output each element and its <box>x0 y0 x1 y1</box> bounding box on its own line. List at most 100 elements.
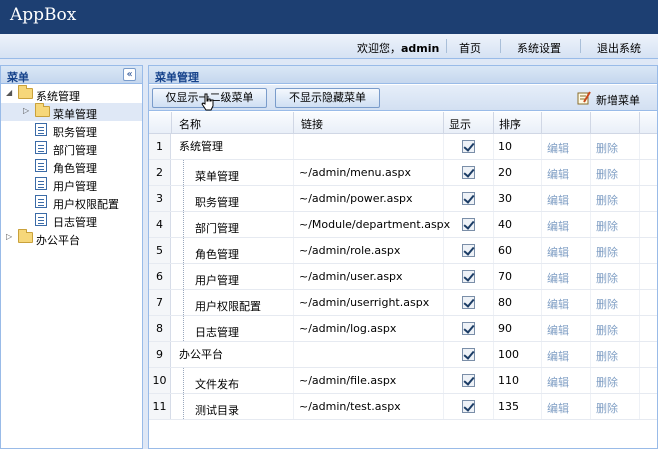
tree-node-log[interactable]: 日志管理 <box>1 211 142 229</box>
logout-link[interactable]: 退出系统 <box>597 40 641 56</box>
edit-link[interactable]: 编辑 <box>547 374 569 390</box>
folder-icon <box>18 229 33 243</box>
show-checkbox[interactable] <box>462 192 475 205</box>
tree-label: 角色管理 <box>53 162 97 175</box>
show-checkbox[interactable] <box>462 166 475 179</box>
delete-link[interactable]: 删除 <box>596 192 618 208</box>
show-checkbox[interactable] <box>462 270 475 283</box>
table-row[interactable]: 11 测试目录 ~/admin/test.aspx 135 编辑 删除 <box>149 394 657 420</box>
delete-link[interactable]: 删除 <box>596 322 618 338</box>
column-divider <box>443 112 444 134</box>
table-row[interactable]: 1 系统管理 10 编辑 删除 <box>149 134 657 160</box>
column-divider <box>590 394 591 419</box>
collapsed-arrow-icon[interactable]: ▷ <box>23 106 29 115</box>
divider <box>446 39 447 53</box>
show-checkbox[interactable] <box>462 374 475 387</box>
tree-indent-line <box>183 290 184 315</box>
hide-hidden-button[interactable]: 不显示隐藏菜单 <box>275 88 380 108</box>
delete-link[interactable]: 删除 <box>596 270 618 286</box>
column-divider <box>293 290 294 315</box>
delete-link[interactable]: 删除 <box>596 348 618 364</box>
table-row[interactable]: 9 办公平台 100 编辑 删除 <box>149 342 657 368</box>
column-header-order[interactable]: 排序 <box>499 116 521 132</box>
edit-link[interactable]: 编辑 <box>547 140 569 156</box>
tree-node-system[interactable]: ◢ 系统管理 <box>1 85 142 103</box>
edit-link[interactable]: 编辑 <box>547 296 569 312</box>
column-divider <box>443 290 444 315</box>
tree-label: 办公平台 <box>36 234 80 247</box>
edit-link[interactable]: 编辑 <box>547 244 569 260</box>
tree-node-department[interactable]: 部门管理 <box>1 139 142 157</box>
table-row[interactable]: 3 职务管理 ~/admin/power.aspx 30 编辑 删除 <box>149 186 657 212</box>
delete-link[interactable]: 删除 <box>596 140 618 156</box>
order-cell: 90 <box>498 322 512 335</box>
show-checkbox[interactable] <box>462 400 475 413</box>
edit-link[interactable]: 编辑 <box>547 192 569 208</box>
menu-panel-title: 菜单 <box>7 71 29 84</box>
table-row[interactable]: 6 用户管理 ~/admin/user.aspx 70 编辑 删除 <box>149 264 657 290</box>
edit-link[interactable]: 编辑 <box>547 218 569 234</box>
tree-label: 菜单管理 <box>53 108 97 121</box>
edit-link[interactable]: 编辑 <box>547 270 569 286</box>
add-menu-icon[interactable] <box>577 91 591 105</box>
delete-link[interactable]: 删除 <box>596 296 618 312</box>
add-menu-button[interactable]: 新增菜单 <box>596 92 640 108</box>
column-divider <box>443 238 444 263</box>
tree-node-userright[interactable]: 用户权限配置 <box>1 193 142 211</box>
column-header-link[interactable]: 链接 <box>301 116 323 132</box>
column-divider <box>639 290 640 315</box>
table-row[interactable]: 5 角色管理 ~/admin/role.aspx 60 编辑 删除 <box>149 238 657 264</box>
tree-node-menu[interactable]: ▷ 菜单管理 <box>1 103 142 121</box>
delete-link[interactable]: 删除 <box>596 374 618 390</box>
tree-node-user[interactable]: 用户管理 <box>1 175 142 193</box>
row-number: 4 <box>149 212 171 237</box>
show-checkbox[interactable] <box>462 140 475 153</box>
delete-link[interactable]: 删除 <box>596 244 618 260</box>
home-link[interactable]: 首页 <box>459 40 481 56</box>
show-checkbox[interactable] <box>462 218 475 231</box>
menu-name-cell: 测试目录 <box>195 404 239 417</box>
column-divider <box>541 160 542 185</box>
menu-link-cell: ~/admin/role.aspx <box>299 244 401 257</box>
column-header-show[interactable]: 显示 <box>449 116 471 132</box>
column-divider <box>293 134 294 159</box>
column-divider <box>493 134 494 159</box>
menu-link-cell: ~/admin/log.aspx <box>299 322 397 335</box>
tree-label: 系统管理 <box>36 90 80 103</box>
order-cell: 10 <box>498 140 512 153</box>
column-divider <box>590 290 591 315</box>
column-divider <box>443 342 444 367</box>
edit-link[interactable]: 编辑 <box>547 166 569 182</box>
show-checkbox[interactable] <box>462 244 475 257</box>
delete-link[interactable]: 删除 <box>596 400 618 416</box>
tree-node-power[interactable]: 职务管理 <box>1 121 142 139</box>
table-row[interactable]: 10 文件发布 ~/admin/file.aspx 110 编辑 删除 <box>149 368 657 394</box>
column-divider <box>293 394 294 419</box>
collapsed-arrow-icon[interactable]: ▷ <box>6 232 12 241</box>
tree-node-role[interactable]: 角色管理 <box>1 157 142 175</box>
column-divider <box>443 212 444 237</box>
grid-body: 1 系统管理 10 编辑 删除 2 菜单管理 ~/admin/menu.aspx 20 编辑 删除 3… <box>149 134 657 420</box>
delete-link[interactable]: 删除 <box>596 166 618 182</box>
table-row[interactable]: 4 部门管理 ~/Module/department.aspx 40 编辑 删除 <box>149 212 657 238</box>
table-row[interactable]: 7 用户权限配置 ~/admin/userright.aspx 80 编辑 删除 <box>149 290 657 316</box>
row-number: 2 <box>149 160 171 185</box>
show-checkbox[interactable] <box>462 348 475 361</box>
tree-node-office[interactable]: ▷ 办公平台 <box>1 229 142 247</box>
column-header-name[interactable]: 名称 <box>179 116 201 132</box>
edit-link[interactable]: 编辑 <box>547 348 569 364</box>
table-row[interactable]: 2 菜单管理 ~/admin/menu.aspx 20 编辑 删除 <box>149 160 657 186</box>
show-checkbox[interactable] <box>462 296 475 309</box>
column-divider <box>293 264 294 289</box>
settings-link[interactable]: 系统设置 <box>517 40 561 56</box>
column-divider <box>443 316 444 341</box>
column-divider <box>171 112 172 134</box>
table-row[interactable]: 8 日志管理 ~/admin/log.aspx 90 编辑 删除 <box>149 316 657 342</box>
edit-link[interactable]: 编辑 <box>547 322 569 338</box>
delete-link[interactable]: 删除 <box>596 218 618 234</box>
edit-link[interactable]: 编辑 <box>547 400 569 416</box>
expand-arrow-icon[interactable]: ◢ <box>6 88 12 97</box>
show-checkbox[interactable] <box>462 322 475 335</box>
column-divider <box>293 112 294 134</box>
collapse-icon[interactable]: « <box>123 68 136 81</box>
